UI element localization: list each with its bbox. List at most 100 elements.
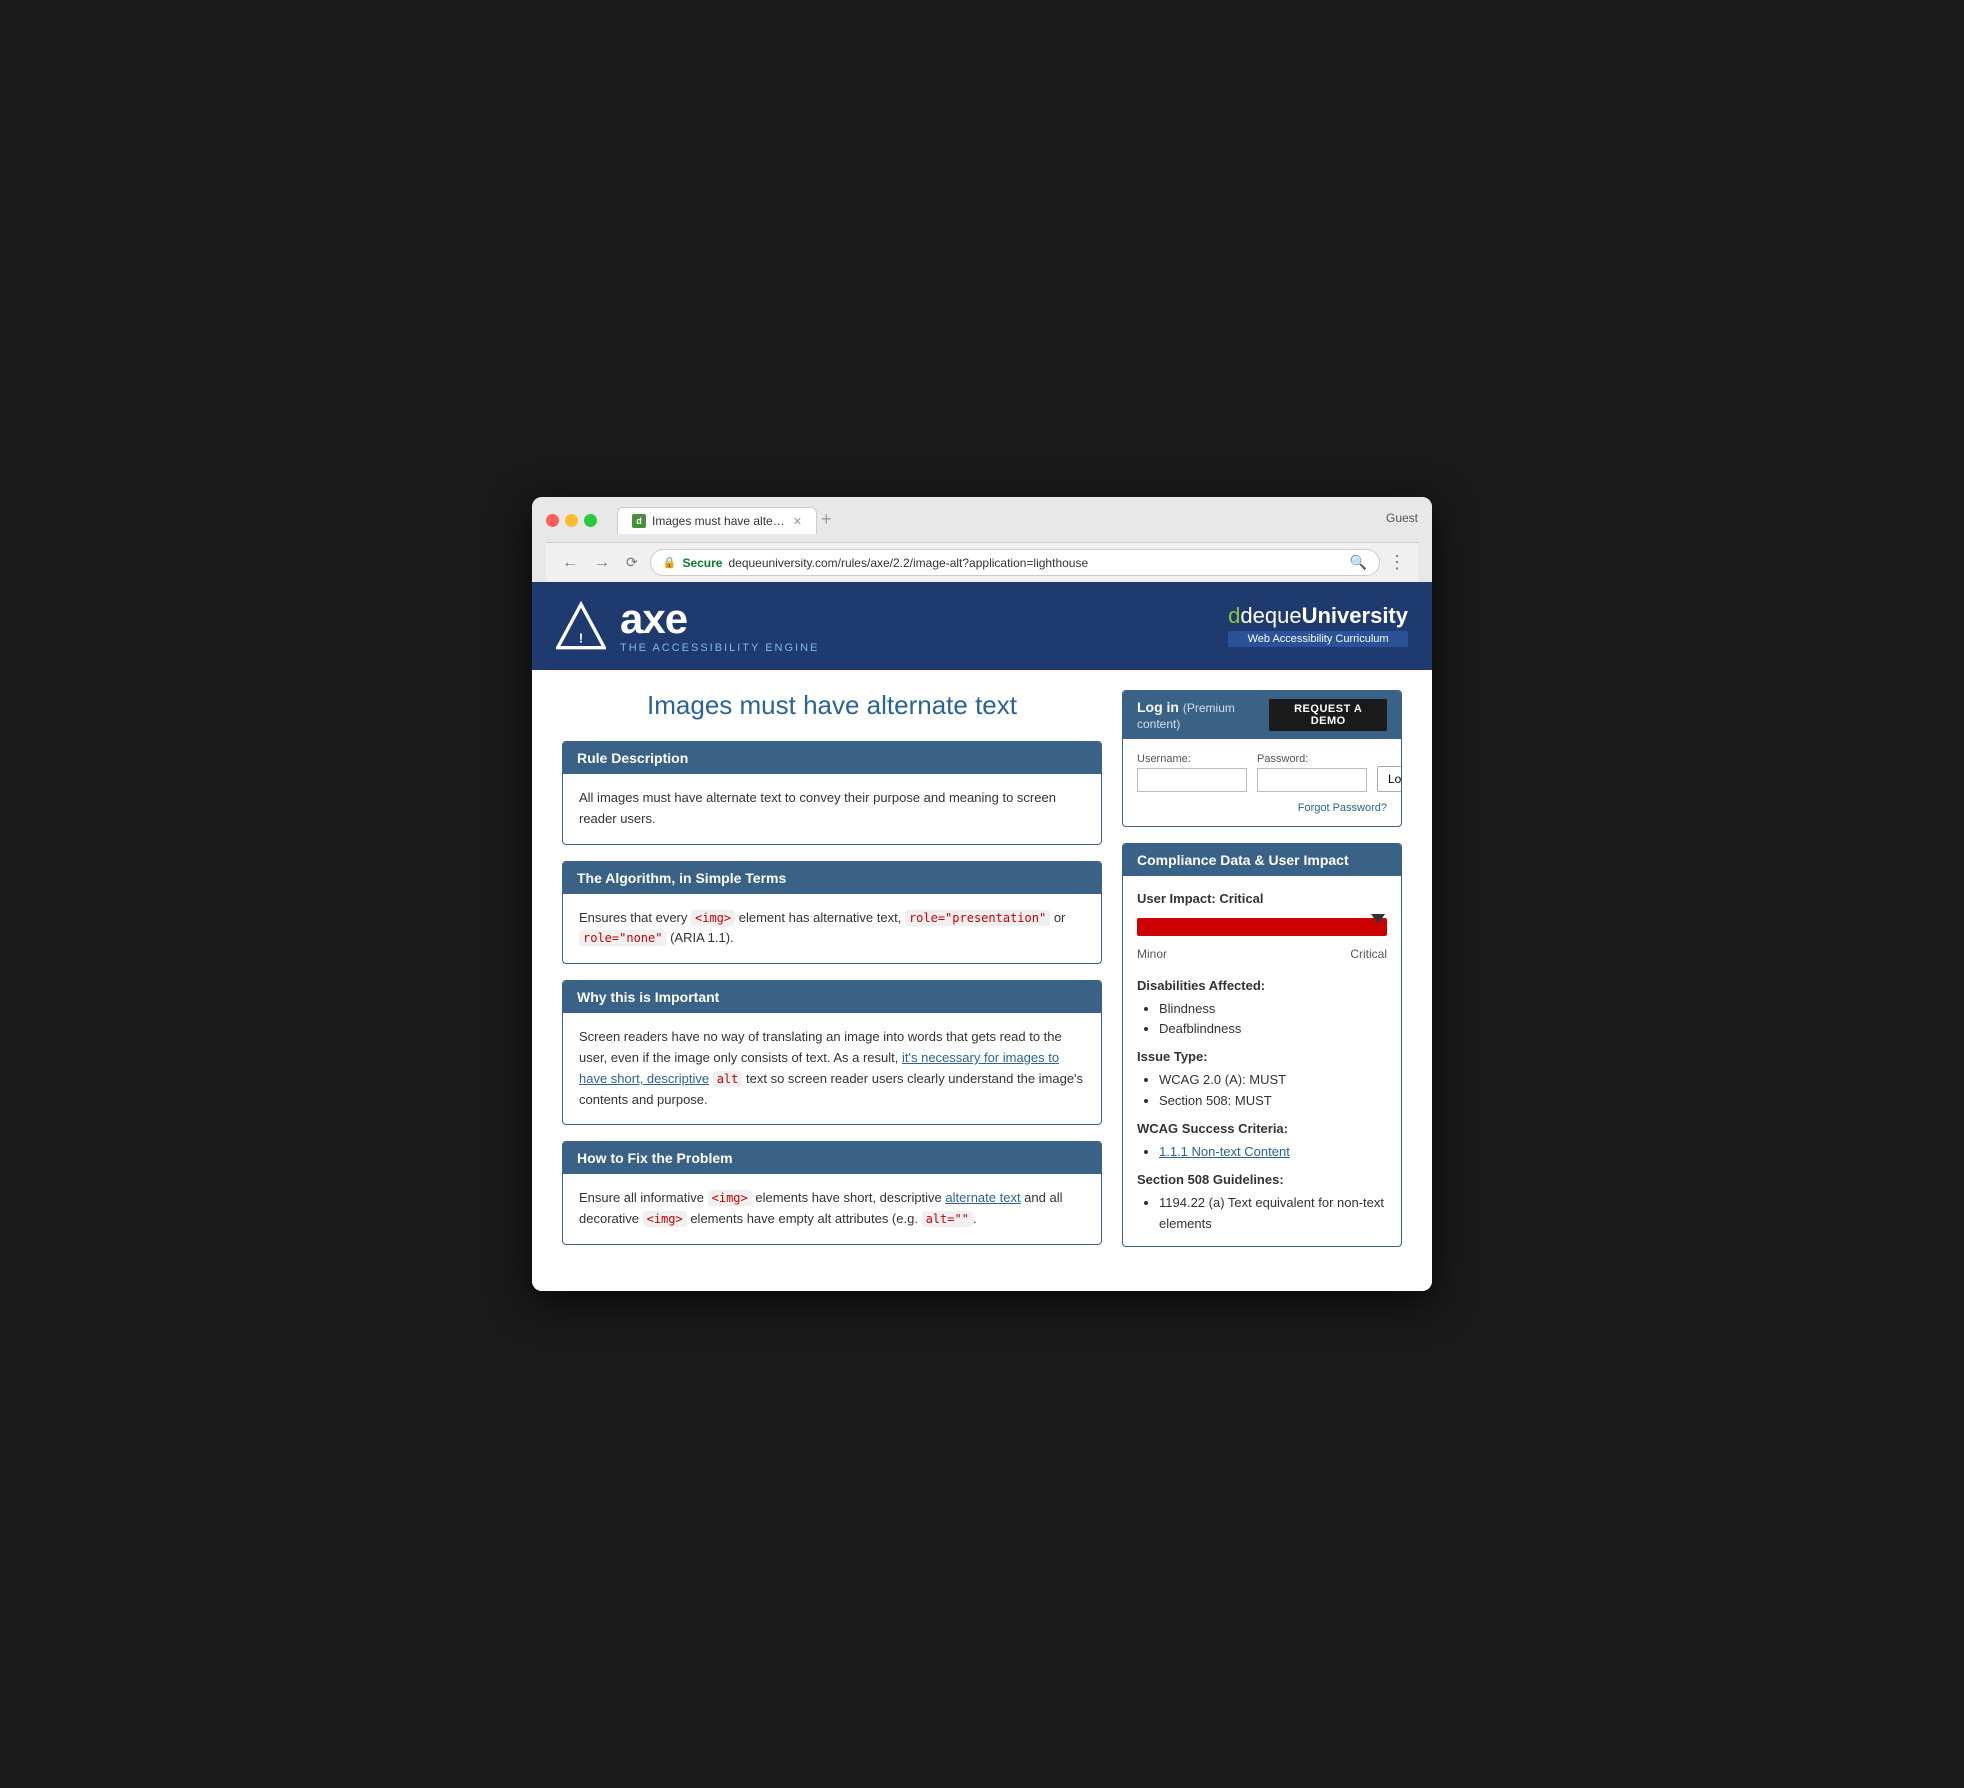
active-tab[interactable]: d Images must have alternate te… ✕ <box>617 507 817 534</box>
algorithm-body: Ensures that every <img> element has alt… <box>563 894 1101 964</box>
browser-window: d Images must have alternate te… ✕ + Gue… <box>532 497 1432 1291</box>
username-field-group: Username: <box>1137 753 1247 792</box>
login-label: Log in <box>1137 699 1179 715</box>
username-label: Username: <box>1137 753 1247 765</box>
role-none-code: role="none" <box>579 930 666 946</box>
how-to-fix-header: How to Fix the Problem <box>563 1142 1101 1174</box>
browser-toolbar: ← → ⟳ 🔒 Secure dequeuniversity.com/rules… <box>546 542 1418 582</box>
search-button[interactable]: 🔍 <box>1350 554 1367 571</box>
impact-min-label: Minor <box>1137 944 1167 964</box>
necessary-link[interactable]: it's necessary for images to have short,… <box>579 1050 1059 1086</box>
address-bar[interactable]: 🔒 Secure dequeuniversity.com/rules/axe/2… <box>650 549 1380 576</box>
img-code-2: <img> <box>708 1190 752 1206</box>
left-column: Images must have alternate text Rule Des… <box>562 690 1102 1261</box>
impact-labels: Minor Critical <box>1137 944 1387 964</box>
deque-prefix: deque <box>1240 603 1301 628</box>
img-code-3: <img> <box>643 1211 687 1227</box>
list-item: Section 508: MUST <box>1159 1091 1387 1112</box>
user-impact-label: User Impact: Critical <box>1137 888 1387 910</box>
section508-list: 1194.22 (a) Text equivalent for non-text… <box>1159 1193 1387 1235</box>
impact-max-label: Critical <box>1350 944 1387 964</box>
tab-title: Images must have alternate te… <box>652 514 787 528</box>
img-code-1: <img> <box>691 910 735 926</box>
svg-text:!: ! <box>579 631 583 646</box>
url-host: dequeuniversity.com <box>728 556 837 570</box>
impact-label-text: User Impact: <box>1137 891 1216 906</box>
traffic-lights <box>546 514 597 527</box>
username-input[interactable] <box>1137 768 1247 792</box>
compliance-panel: Compliance Data & User Impact User Impac… <box>1122 843 1402 1247</box>
deque-subtitle: Web Accessibility Curriculum <box>1228 631 1408 647</box>
list-item: Deafblindness <box>1159 1019 1387 1040</box>
role-presentation-code: role="presentation" <box>905 910 1050 926</box>
site-header: ! axe THE ACCESSIBILITY ENGINE ddequeUni… <box>532 582 1432 670</box>
list-item: 1.1.1 Non-text Content <box>1159 1142 1387 1163</box>
page-content: ! axe THE ACCESSIBILITY ENGINE ddequeUni… <box>532 582 1432 1291</box>
url-display: dequeuniversity.com/rules/axe/2.2/image-… <box>728 556 1088 570</box>
why-important-body: Screen readers have no way of translatin… <box>563 1013 1101 1124</box>
tab-bar: d Images must have alternate te… ✕ + <box>617 507 1378 534</box>
close-button[interactable] <box>546 514 559 527</box>
maximize-button[interactable] <box>584 514 597 527</box>
axe-wordmark: axe <box>620 598 819 640</box>
main-body: Images must have alternate text Rule Des… <box>532 670 1432 1291</box>
new-tab-button[interactable]: + <box>821 509 832 534</box>
deque-d-letter: d <box>1228 603 1240 628</box>
forward-button[interactable]: → <box>590 552 614 574</box>
algorithm-header: The Algorithm, in Simple Terms <box>563 862 1101 894</box>
right-column: Log in (Premium content) REQUEST A DEMO … <box>1122 690 1402 1261</box>
alt-code: alt <box>713 1071 743 1087</box>
password-input[interactable] <box>1257 768 1367 792</box>
list-item: 1194.22 (a) Text equivalent for non-text… <box>1159 1193 1387 1235</box>
login-button[interactable]: Login <box>1377 766 1402 792</box>
axe-logo: ! axe THE ACCESSIBILITY ENGINE <box>556 598 819 654</box>
disabilities-label: Disabilities Affected: <box>1137 975 1387 997</box>
login-body: Username: Password: Login Forgot Passwor… <box>1123 739 1401 826</box>
back-button[interactable]: ← <box>558 552 582 574</box>
disabilities-list: Blindness Deafblindness <box>1159 999 1387 1041</box>
browser-menu-button[interactable]: ⋮ <box>1388 552 1406 573</box>
minimize-button[interactable] <box>565 514 578 527</box>
tab-favicon-icon: d <box>632 514 646 528</box>
issue-type-label: Issue Type: <box>1137 1046 1387 1068</box>
deque-logo-text: ddequeUniversity <box>1228 605 1408 627</box>
why-important-card: Why this is Important Screen readers hav… <box>562 980 1102 1125</box>
login-panel: Log in (Premium content) REQUEST A DEMO … <box>1122 690 1402 827</box>
alt-empty-code: alt="" <box>922 1211 973 1227</box>
axe-text-group: axe THE ACCESSIBILITY ENGINE <box>620 598 819 654</box>
deque-suffix: University <box>1302 603 1408 628</box>
wcag-link[interactable]: 1.1.1 Non-text Content <box>1159 1144 1290 1159</box>
axe-tagline: THE ACCESSIBILITY ENGINE <box>620 642 819 654</box>
refresh-button[interactable]: ⟳ <box>622 552 642 573</box>
forgot-password-link[interactable]: Forgot Password? <box>1298 802 1387 814</box>
deque-university-logo: ddequeUniversity Web Accessibility Curri… <box>1228 605 1408 647</box>
password-field-group: Password: <box>1257 753 1367 792</box>
rule-description-body: All images must have alternate text to c… <box>563 774 1101 844</box>
login-header-text: Log in (Premium content) <box>1137 699 1269 731</box>
impact-bar <box>1137 918 1387 936</box>
compliance-header: Compliance Data & User Impact <box>1123 844 1401 876</box>
forgot-password: Forgot Password? <box>1137 798 1387 816</box>
alternate-text-link[interactable]: alternate text <box>945 1190 1020 1205</box>
password-label: Password: <box>1257 753 1367 765</box>
browser-titlebar: d Images must have alternate te… ✕ + Gue… <box>532 497 1432 582</box>
compliance-body: User Impact: Critical Minor Critical Dis… <box>1123 876 1401 1246</box>
url-path: /rules/axe/2.2/image-alt?application=lig… <box>838 556 1089 570</box>
impact-slider <box>1137 918 1387 936</box>
page-title: Images must have alternate text <box>562 690 1102 721</box>
secure-text: Secure <box>682 556 722 570</box>
rule-description-text: All images must have alternate text to c… <box>579 790 1056 826</box>
secure-icon: 🔒 <box>663 556 677 569</box>
tab-close-icon[interactable]: ✕ <box>793 515 802 528</box>
request-demo-button[interactable]: REQUEST A DEMO <box>1269 699 1387 731</box>
list-item: Blindness <box>1159 999 1387 1020</box>
rule-description-header: Rule Description <box>563 742 1101 774</box>
wcag-list: 1.1.1 Non-text Content <box>1159 1142 1387 1163</box>
list-item: WCAG 2.0 (A): MUST <box>1159 1070 1387 1091</box>
impact-value: Critical <box>1219 891 1263 906</box>
axe-triangle-icon: ! <box>556 601 606 651</box>
algorithm-card: The Algorithm, in Simple Terms Ensures t… <box>562 861 1102 965</box>
wcag-label: WCAG Success Criteria: <box>1137 1118 1387 1140</box>
issue-type-list: WCAG 2.0 (A): MUST Section 508: MUST <box>1159 1070 1387 1112</box>
impact-marker-icon <box>1371 914 1385 924</box>
